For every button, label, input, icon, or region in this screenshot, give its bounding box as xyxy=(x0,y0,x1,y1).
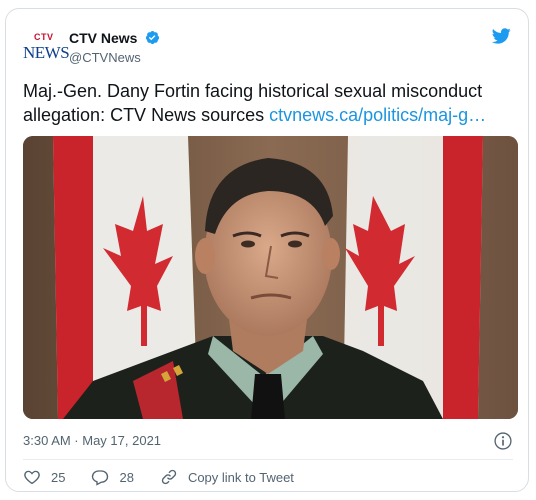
tweet-card[interactable]: CTV NEWS CTV News @CTVNews Maj.-Gen. Dan… xyxy=(5,8,529,492)
link-icon xyxy=(161,469,177,485)
logo-news-text: NEWS xyxy=(23,43,70,62)
tweet-header: CTV NEWS CTV News @CTVNews xyxy=(23,26,513,70)
heart-icon xyxy=(24,470,40,485)
ctv-news-logo[interactable]: CTV NEWS xyxy=(23,32,70,64)
twitter-bird-icon[interactable] xyxy=(489,26,513,46)
tweet-text: Maj.-Gen. Dany Fortin facing historical … xyxy=(23,79,518,127)
account-names: CTV News @CTVNews xyxy=(69,29,160,65)
like-count: 25 xyxy=(51,469,66,485)
info-icon[interactable] xyxy=(493,431,513,451)
tweet-timestamp[interactable]: 3:30 AM · May 17, 2021 xyxy=(23,433,161,448)
reply-icon xyxy=(92,470,109,486)
reply-button[interactable]: 28 xyxy=(91,468,134,486)
account-handle[interactable]: @CTVNews xyxy=(69,50,160,65)
photo-illustration xyxy=(23,136,518,419)
display-name[interactable]: CTV News xyxy=(69,30,137,46)
reply-count: 28 xyxy=(119,469,134,485)
like-button[interactable]: 25 xyxy=(23,468,65,486)
tweet-meta: 3:30 AM · May 17, 2021 xyxy=(23,431,513,451)
tweet-link[interactable]: ctvnews.ca/politics/maj-g… xyxy=(269,105,486,125)
copy-link-label: Copy link to Tweet xyxy=(187,469,294,485)
copy-link-button[interactable]: Copy link to Tweet xyxy=(160,468,294,486)
tweet-actions: 25 28 Copy link to Tweet xyxy=(23,465,320,489)
tweet-photo[interactable] xyxy=(23,136,518,419)
verified-badge-icon xyxy=(145,31,159,45)
divider xyxy=(23,459,513,460)
logo-ctv-text: CTV xyxy=(34,32,54,42)
